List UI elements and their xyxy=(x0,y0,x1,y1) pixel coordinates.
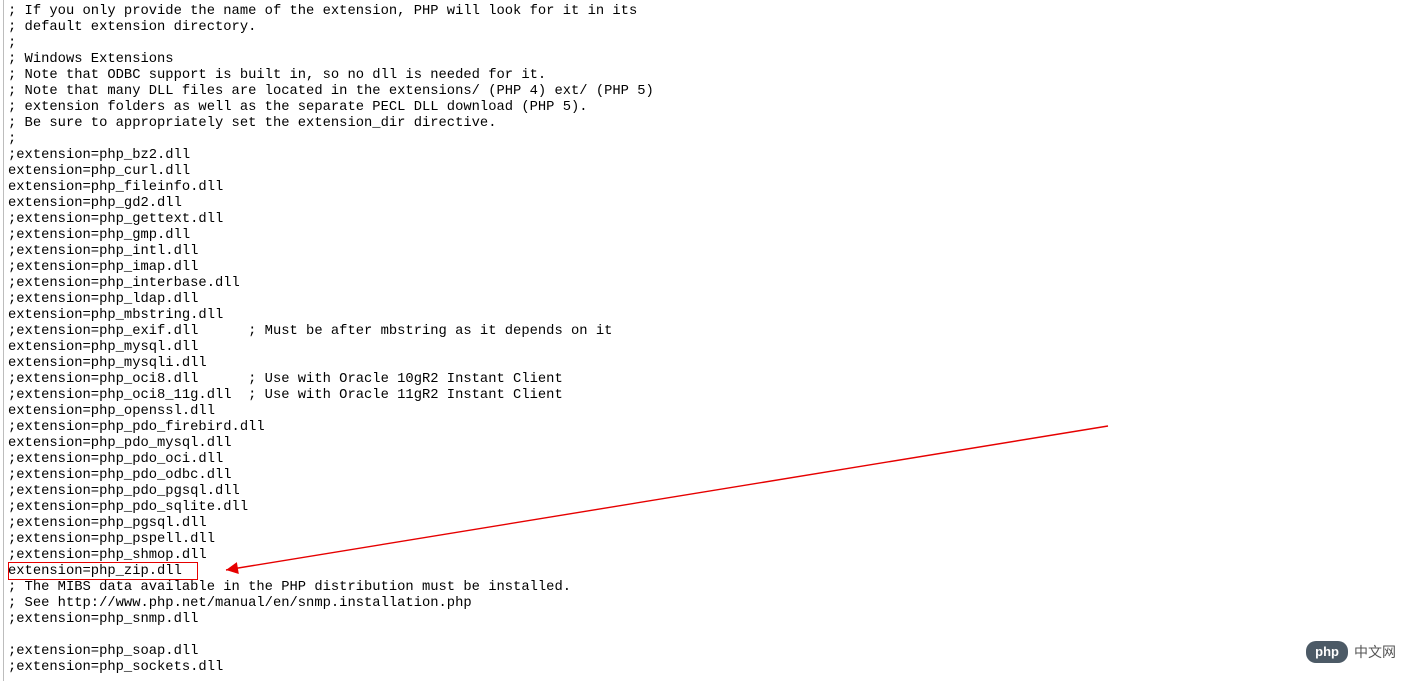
watermark: php 中文网 xyxy=(1306,641,1396,663)
config-file-text: ; If you only provide the name of the ex… xyxy=(8,4,654,676)
watermark-php-pill: php xyxy=(1306,641,1348,663)
left-margin-rule xyxy=(3,0,4,681)
watermark-label: 中文网 xyxy=(1354,644,1396,660)
